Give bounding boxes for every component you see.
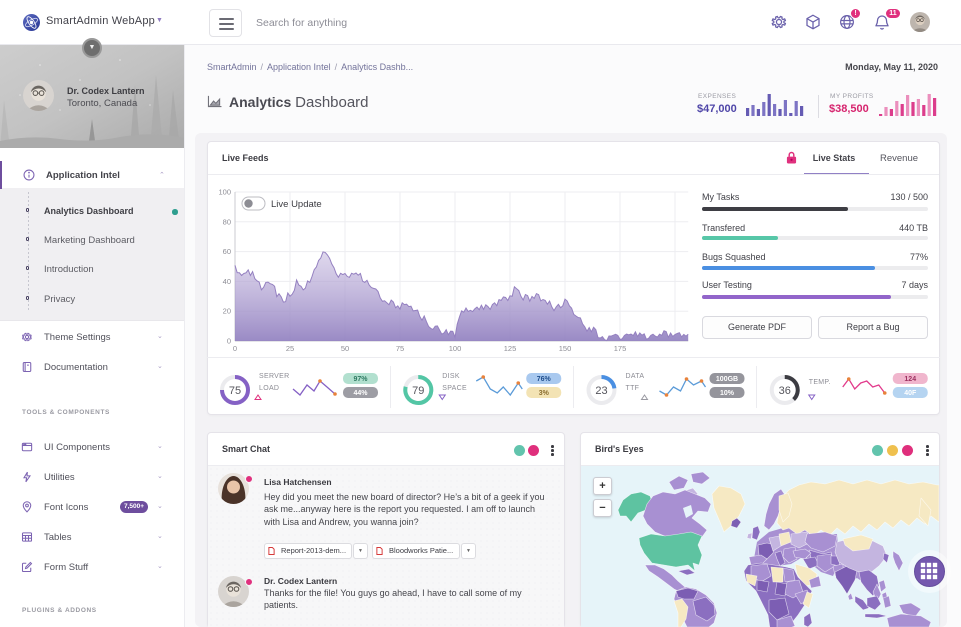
svg-text:50: 50 xyxy=(341,344,349,353)
svg-text:100: 100 xyxy=(449,344,462,353)
svg-text:TEMP.: TEMP. xyxy=(809,379,831,386)
svg-text:36: 36 xyxy=(779,385,791,397)
svg-text:3%: 3% xyxy=(539,390,550,397)
svg-text:10%: 10% xyxy=(720,390,735,397)
svg-text:124: 124 xyxy=(904,376,916,383)
svg-text:SERVER: SERVER xyxy=(259,373,289,380)
svg-text:150: 150 xyxy=(559,344,572,353)
svg-text:DISK: DISK xyxy=(442,373,460,380)
svg-text:60: 60 xyxy=(223,247,231,256)
svg-text:SPACE: SPACE xyxy=(442,385,467,392)
svg-text:DATA: DATA xyxy=(626,373,645,380)
svg-text:125: 125 xyxy=(504,344,517,353)
svg-text:LOAD: LOAD xyxy=(259,385,279,392)
svg-text:97%: 97% xyxy=(353,376,368,383)
svg-text:80: 80 xyxy=(223,217,231,226)
svg-text:23: 23 xyxy=(595,385,607,397)
svg-text:44%: 44% xyxy=(353,390,368,397)
svg-text:76%: 76% xyxy=(537,376,552,383)
svg-text:25: 25 xyxy=(286,344,294,353)
svg-text:0: 0 xyxy=(233,344,237,353)
svg-text:175: 175 xyxy=(614,344,627,353)
svg-text:Live Update: Live Update xyxy=(271,199,322,210)
svg-text:40F: 40F xyxy=(904,390,917,397)
svg-text:TTF: TTF xyxy=(626,385,640,392)
svg-text:0: 0 xyxy=(227,337,231,346)
svg-text:20: 20 xyxy=(223,307,231,316)
svg-text:79: 79 xyxy=(412,385,424,397)
svg-text:75: 75 xyxy=(229,385,241,397)
svg-text:100: 100 xyxy=(218,188,231,197)
svg-text:75: 75 xyxy=(396,344,404,353)
svg-text:40: 40 xyxy=(223,277,231,286)
svg-text:100GB: 100GB xyxy=(716,376,738,383)
